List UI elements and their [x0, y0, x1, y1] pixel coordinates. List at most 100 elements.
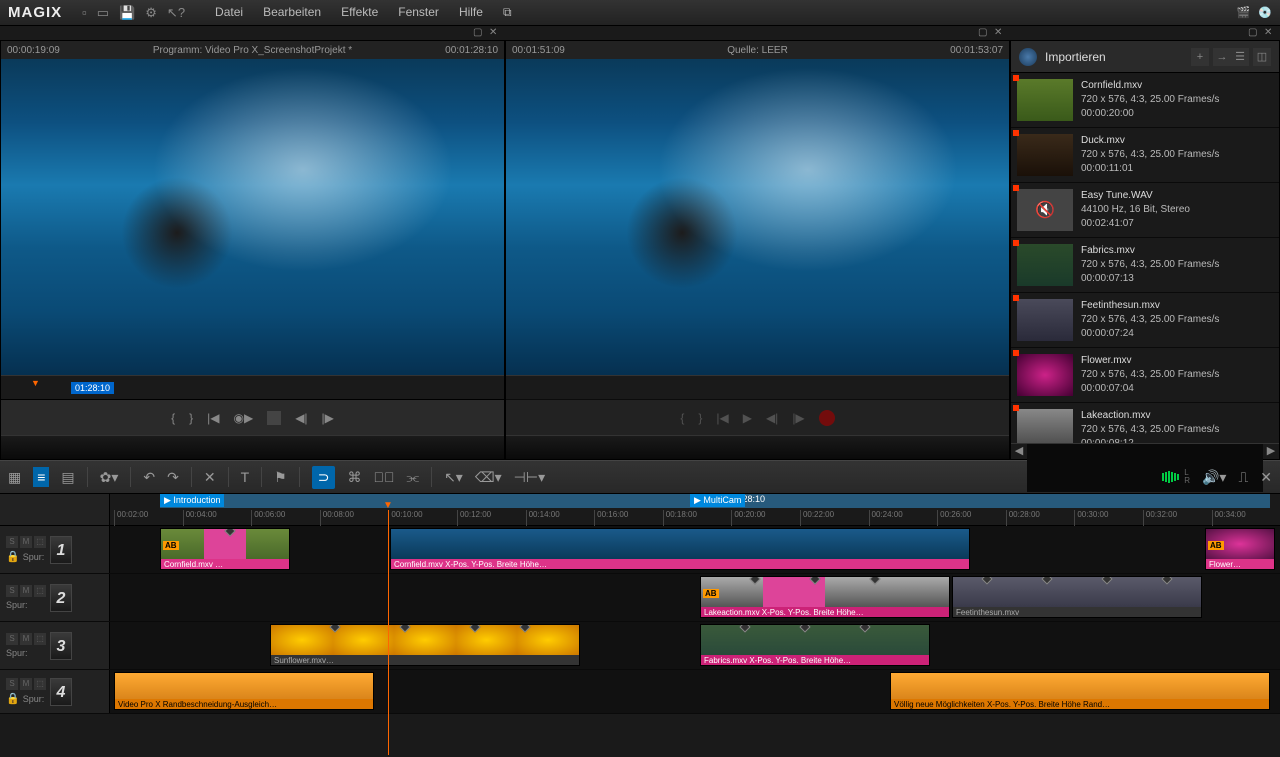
fx-button[interactable]: ⬚: [34, 536, 46, 548]
delete-icon[interactable]: ✕: [204, 469, 216, 486]
fx-button[interactable]: ⬚: [34, 585, 46, 597]
solo-button[interactable]: S: [6, 678, 18, 690]
import-view-list-button[interactable]: ☰: [1231, 48, 1249, 66]
marker-introduction[interactable]: ▶ Introduction: [160, 494, 224, 507]
view-timeline-icon[interactable]: ≡: [33, 467, 49, 487]
import-item[interactable]: Lakeaction.mxv720 x 576, 4:3, 25.00 Fram…: [1011, 403, 1279, 443]
program-ruler[interactable]: ▼ 01:28:10: [1, 375, 504, 399]
open-icon[interactable]: ▭: [97, 5, 109, 21]
import-arrow-button[interactable]: →: [1213, 48, 1231, 66]
lock-icon[interactable]: 🔒: [6, 550, 20, 563]
track-3-header[interactable]: SM⬚ Spur: 3: [0, 622, 110, 669]
import-item[interactable]: Feetinthesun.mxv720 x 576, 4:3, 25.00 Fr…: [1011, 293, 1279, 348]
track-4-header[interactable]: SM⬚ 🔒Spur: 4: [0, 670, 110, 713]
pane-max-icon[interactable]: ▢: [1248, 28, 1258, 38]
import-view-grid-button[interactable]: ◫: [1253, 48, 1271, 66]
import-item[interactable]: Cornfield.mxv720 x 576, 4:3, 25.00 Frame…: [1011, 73, 1279, 128]
export-disc-icon[interactable]: 💿: [1258, 6, 1272, 19]
tutorial-icon[interactable]: ⧉: [503, 5, 512, 20]
play-icon[interactable]: ▶: [743, 411, 752, 425]
mute-button[interactable]: M: [20, 536, 32, 548]
undo-icon[interactable]: ↶: [143, 469, 155, 486]
marker-flag-icon[interactable]: ⚑: [274, 469, 287, 486]
mute-button[interactable]: M: [20, 633, 32, 645]
marker-multicam[interactable]: ▶ MultiCam: [690, 494, 745, 507]
mark-in-icon[interactable]: {: [171, 411, 175, 425]
mark-in-icon[interactable]: {: [680, 411, 684, 425]
trim-icon[interactable]: ⊣⊢▾: [514, 469, 545, 486]
solo-button[interactable]: S: [6, 585, 18, 597]
clip-lakeaction[interactable]: AB Lakeaction.mxv X-Pos. Y-Pos. Breite H…: [700, 576, 950, 618]
program-jogwheel[interactable]: [1, 435, 504, 459]
source-ruler[interactable]: [506, 375, 1009, 399]
mouse-mode-icon[interactable]: ↖▾: [444, 469, 463, 486]
step-back-icon[interactable]: ◀|: [766, 411, 778, 425]
clip-cornfield-1[interactable]: AB Cornfield.mxv …: [160, 528, 290, 570]
help-pointer-icon[interactable]: ↖?: [167, 5, 185, 21]
program-viewport[interactable]: [1, 59, 504, 375]
import-list[interactable]: Cornfield.mxv720 x 576, 4:3, 25.00 Frame…: [1011, 73, 1279, 443]
track-3-body[interactable]: Sunflower.mxv… Fabrics.mxv X-Pos. Y-Pos.…: [110, 622, 1280, 669]
clip-videoprox-title[interactable]: Video Pro X Randbeschneidung-Ausgleich…: [114, 672, 374, 710]
scroll-track[interactable]: [1027, 444, 1263, 492]
timeline-playhead[interactable]: [388, 510, 389, 755]
solo-button[interactable]: S: [6, 633, 18, 645]
mute-button[interactable]: M: [20, 585, 32, 597]
source-viewport[interactable]: [506, 59, 1009, 375]
lock-icon[interactable]: 🔒: [6, 692, 20, 705]
group-icon[interactable]: ⌘: [347, 469, 361, 486]
mixer-icon[interactable]: ⎍: [1238, 469, 1248, 486]
save-icon[interactable]: 💾: [119, 5, 135, 21]
clip-feetinthesun[interactable]: Feetinthesun.mxv: [952, 576, 1202, 618]
import-item[interactable]: Duck.mxv720 x 576, 4:3, 25.00 Frames/s00…: [1011, 128, 1279, 183]
fx-button[interactable]: ⬚: [34, 678, 46, 690]
new-icon[interactable]: ▫: [82, 5, 87, 21]
view-storyboard-icon[interactable]: ▦: [8, 469, 21, 486]
clip-sunflower[interactable]: Sunflower.mxv…: [270, 624, 580, 666]
import-scrollbar[interactable]: ◀ ▶: [1011, 443, 1279, 459]
mark-out-icon[interactable]: }: [189, 411, 193, 425]
track-2-body[interactable]: AB Lakeaction.mxv X-Pos. Y-Pos. Breite H…: [110, 574, 1280, 621]
step-forward-icon[interactable]: |▶: [322, 411, 334, 425]
track-2-header[interactable]: SM⬚ Spur: 2: [0, 574, 110, 621]
timeline-ruler[interactable]: ▶ Introduction 01:28:10 ▶ MultiCam 00:02…: [0, 494, 1280, 526]
step-forward-icon[interactable]: |▶: [792, 411, 804, 425]
scroll-right-icon[interactable]: ▶: [1263, 444, 1279, 459]
film-reel-icon[interactable]: ✿▾: [100, 469, 119, 486]
track-4-body[interactable]: Video Pro X Randbeschneidung-Ausgleich… …: [110, 670, 1280, 713]
solo-button[interactable]: S: [6, 536, 18, 548]
menu-datei[interactable]: Datei: [215, 5, 243, 20]
goto-start-icon[interactable]: |◀: [716, 411, 728, 425]
stop-icon[interactable]: [267, 411, 281, 425]
clip-cornfield-2[interactable]: Cornfield.mxv X-Pos. Y-Pos. Breite Höhe…: [390, 528, 970, 570]
mark-out-icon[interactable]: }: [698, 411, 702, 425]
magnet-icon[interactable]: ⊃: [312, 466, 336, 489]
step-back-icon[interactable]: ◀|: [295, 411, 307, 425]
import-add-button[interactable]: +: [1191, 48, 1209, 66]
goto-start-icon[interactable]: |◀: [207, 411, 219, 425]
link-icon[interactable]: ⫘: [406, 469, 419, 486]
clip-moeglichkeiten-title[interactable]: Völlig neue Möglichkeiten X-Pos. Y-Pos. …: [890, 672, 1270, 710]
close-toolbar-icon[interactable]: ✕: [1260, 469, 1272, 486]
track-1-body[interactable]: AB Cornfield.mxv … Cornfield.mxv X-Pos. …: [110, 526, 1280, 573]
menu-fenster[interactable]: Fenster: [398, 5, 439, 20]
import-item[interactable]: 🔇 Easy Tune.WAV44100 Hz, 16 Bit, Stereo0…: [1011, 183, 1279, 238]
clip-flower[interactable]: AB Flower…: [1205, 528, 1275, 570]
eraser-icon[interactable]: ⌫▾: [475, 469, 502, 486]
menu-effekte[interactable]: Effekte: [341, 5, 378, 20]
scroll-left-icon[interactable]: ◀: [1011, 444, 1027, 459]
pane-close-icon[interactable]: ✕: [489, 28, 499, 38]
ungroup-icon[interactable]: ⌘⃠: [373, 469, 394, 485]
source-jogwheel[interactable]: [506, 435, 1009, 459]
play-icon[interactable]: ◉▶: [233, 411, 253, 425]
playhead-marker-icon[interactable]: ▼: [31, 378, 40, 388]
clip-fabrics[interactable]: Fabrics.mxv X-Pos. Y-Pos. Breite Höhe…: [700, 624, 930, 666]
fx-button[interactable]: ⬚: [34, 633, 46, 645]
import-item[interactable]: Fabrics.mxv720 x 576, 4:3, 25.00 Frames/…: [1011, 238, 1279, 293]
redo-icon[interactable]: ↷: [167, 469, 179, 486]
record-icon[interactable]: [819, 410, 835, 426]
settings-icon[interactable]: ⚙: [145, 5, 157, 21]
pane-max-icon[interactable]: ▢: [473, 28, 483, 38]
title-icon[interactable]: T: [241, 469, 250, 485]
track-1-header[interactable]: SM⬚ 🔒Spur: 1: [0, 526, 110, 573]
